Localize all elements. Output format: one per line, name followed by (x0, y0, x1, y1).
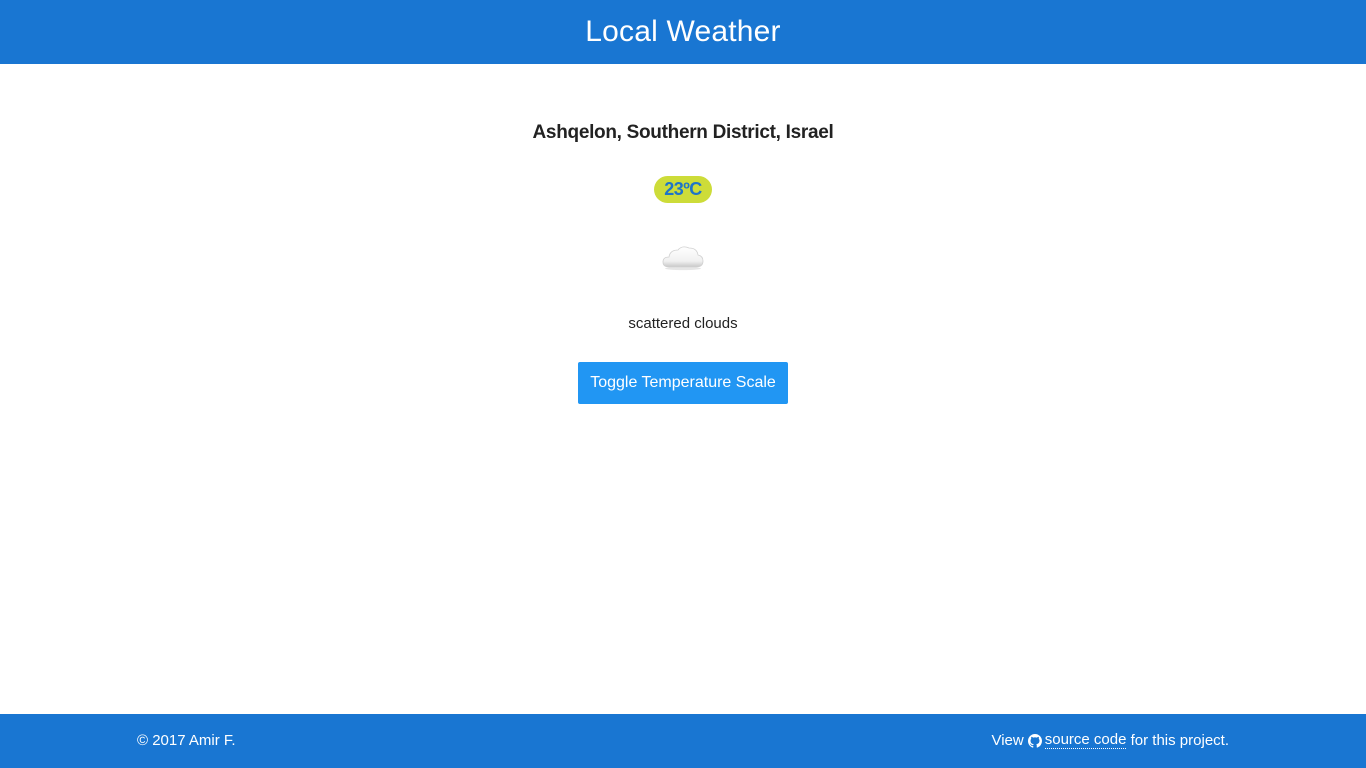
temperature-container: 23ºC (0, 176, 1366, 203)
toggle-container: Toggle Temperature Scale (0, 362, 1366, 404)
source-code-link[interactable]: source code (1044, 732, 1127, 749)
location-label: Ashqelon, Southern District, Israel (532, 122, 834, 143)
footer-view-text: View (991, 732, 1024, 749)
app-title: Local Weather (585, 15, 781, 48)
footer: © 2017 Amir F. View source code for this… (0, 714, 1366, 768)
footer-source-info: View source code for this project. (991, 732, 1229, 749)
page: Local Weather Ashqelon, Southern Distric… (0, 0, 1366, 768)
weather-description: scattered clouds (628, 315, 738, 332)
copyright-text: © 2017 Amir F. (137, 732, 236, 749)
weather-panel: Ashqelon, Southern District, Israel 23ºC… (0, 64, 1366, 714)
app-header: Local Weather (0, 0, 1366, 64)
temperature-badge: 23ºC (654, 176, 712, 203)
cloud-icon (662, 246, 704, 271)
footer-suffix-text: for this project. (1130, 732, 1229, 749)
weather-icon-container (0, 242, 1366, 272)
github-icon (1027, 733, 1042, 748)
toggle-temperature-scale-button[interactable]: Toggle Temperature Scale (578, 362, 788, 404)
